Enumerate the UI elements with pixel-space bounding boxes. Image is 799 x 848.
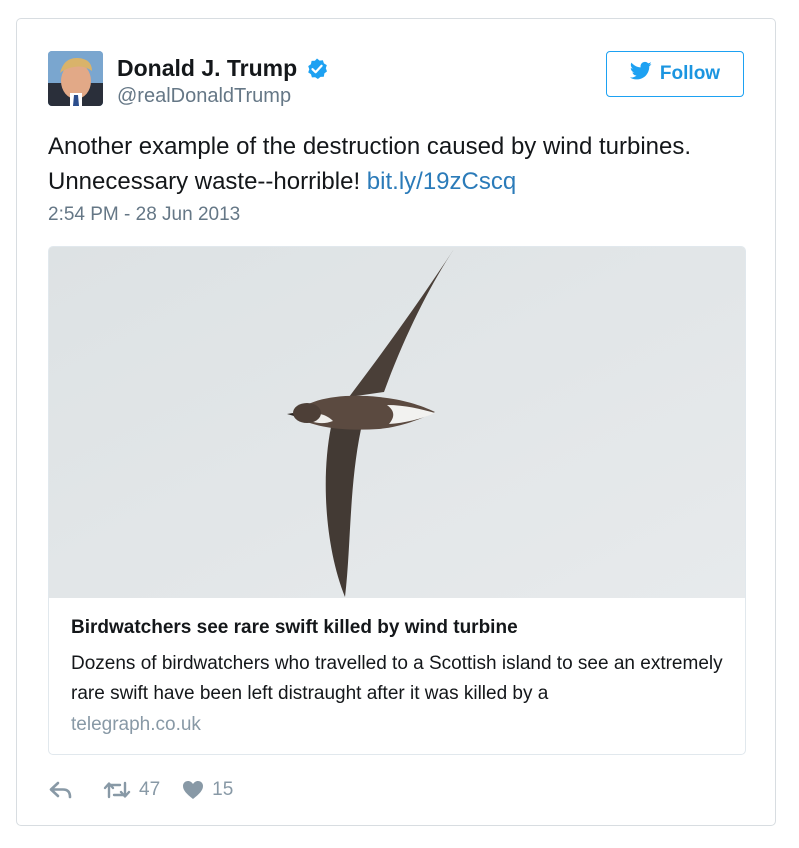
tweet-card: Donald J. Trump @realDonaldTrump Follow … (16, 18, 776, 826)
follow-button[interactable]: Follow (606, 51, 744, 97)
tweet-actions: 47 15 (49, 779, 233, 801)
author-display-name[interactable]: Donald J. Trump (117, 55, 297, 82)
author-name-row: Donald J. Trump (117, 55, 329, 82)
author-handle[interactable]: @realDonaldTrump (117, 85, 291, 108)
avatar-image (48, 51, 103, 106)
card-domain: telegraph.co.uk (71, 714, 201, 735)
reply-icon (49, 780, 73, 800)
like-button[interactable]: 15 (182, 779, 233, 801)
retweet-button[interactable]: 47 (103, 779, 160, 801)
retweet-count: 47 (139, 779, 161, 800)
card-title[interactable]: Birdwatchers see rare swift killed by wi… (71, 617, 518, 639)
tweet-text: Another example of the destruction cause… (48, 129, 738, 199)
reply-button[interactable] (49, 780, 73, 800)
retweet-icon (103, 780, 131, 800)
card-image (49, 247, 745, 598)
link-preview-card[interactable]: Birdwatchers see rare swift killed by wi… (48, 246, 746, 755)
like-count: 15 (212, 779, 234, 800)
follow-button-label: Follow (659, 63, 721, 84)
verified-badge-icon (305, 57, 329, 81)
tweet-link[interactable]: bit.ly/19zCscq (367, 168, 516, 195)
swift-bird-image (49, 247, 745, 598)
heart-icon (182, 780, 204, 800)
twitter-bird-icon (629, 61, 652, 87)
card-description: Dozens of birdwatchers who travelled to … (71, 653, 723, 704)
avatar[interactable] (48, 51, 103, 106)
tweet-timestamp[interactable]: 2:54 PM - 28 Jun 2013 (48, 204, 240, 226)
